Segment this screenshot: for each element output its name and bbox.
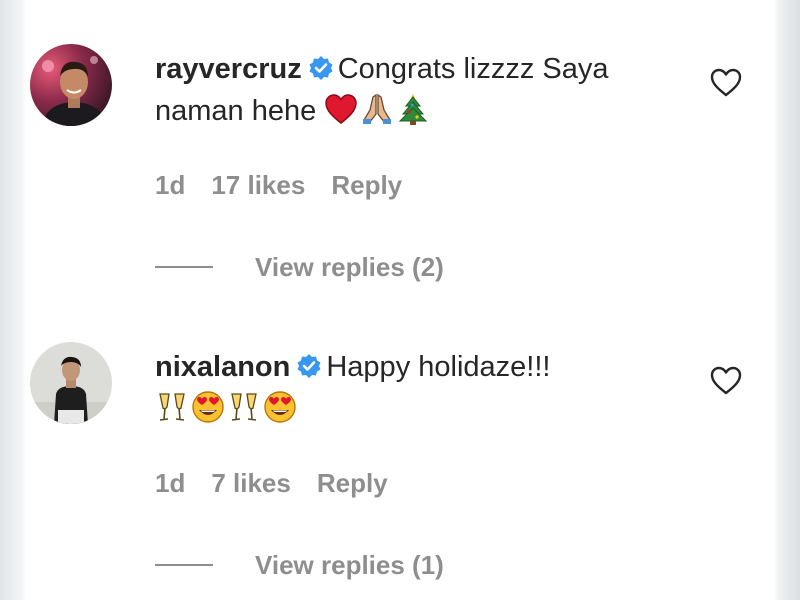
christmas-tree-icon [396, 92, 430, 126]
verified-badge-icon [308, 51, 334, 80]
heart-eyes-icon [191, 390, 225, 424]
avatar[interactable] [30, 342, 112, 424]
view-replies-label: View replies (2) [255, 252, 444, 282]
view-replies-label: View replies (1) [255, 550, 444, 580]
comment-username[interactable]: nixalanon [155, 351, 290, 383]
like-heart-icon[interactable] [710, 68, 742, 98]
folded-hands-icon [360, 92, 394, 126]
divider-line [155, 266, 213, 268]
comment-text: Happy holidaze!!! [326, 351, 551, 383]
comment-time: 1d [155, 170, 186, 200]
comment-likes[interactable]: 7 likes [211, 468, 291, 498]
clinking-glasses-icon [227, 390, 261, 424]
reply-button[interactable]: Reply [317, 468, 388, 498]
clinking-glasses-icon [155, 390, 189, 424]
comment-body: nixalanon Happy holidaze!!! [155, 346, 700, 430]
view-replies-button[interactable]: View replies (2) [155, 252, 444, 283]
comment-username[interactable]: rayvercruz [155, 53, 302, 85]
comment-item: nixalanon Happy holidaze!!! 1d 7 likes Repl… [26, 300, 774, 600]
comments-panel: rayvercruz Congrats lizzzz Saya naman heh… [26, 0, 774, 600]
comment-item: rayvercruz Congrats lizzzz Saya naman heh… [26, 0, 774, 300]
reply-button[interactable]: Reply [331, 170, 402, 200]
comment-meta: 1d 7 likes Reply [155, 468, 414, 499]
comment-body: rayvercruz Congrats lizzzz Saya naman heh… [155, 48, 700, 132]
divider-line [155, 564, 213, 566]
comment-meta: 1d 17 likes Reply [155, 170, 428, 201]
like-heart-icon[interactable] [710, 366, 742, 396]
avatar[interactable] [30, 44, 112, 126]
heart-eyes-icon [263, 390, 297, 424]
comment-time: 1d [155, 468, 186, 498]
comment-likes[interactable]: 17 likes [211, 170, 305, 200]
verified-badge-icon [296, 349, 322, 378]
view-replies-button[interactable]: View replies (1) [155, 550, 444, 581]
red-heart-icon [324, 92, 358, 126]
